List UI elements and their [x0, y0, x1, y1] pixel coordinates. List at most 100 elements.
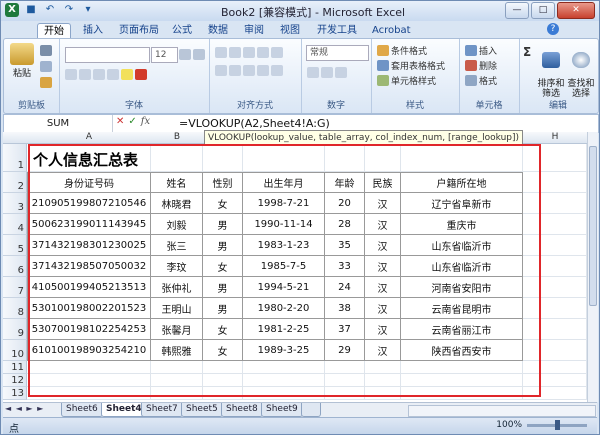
close-button[interactable]: ✕: [557, 2, 595, 19]
grid-cell[interactable]: [203, 374, 243, 387]
zoom-control[interactable]: 100%: [496, 419, 587, 430]
font-grow-shrink[interactable]: [179, 49, 205, 60]
table-cell[interactable]: 男: [203, 235, 243, 256]
row-header[interactable]: 12: [3, 374, 27, 387]
grid-cell[interactable]: [243, 144, 325, 172]
grid-cell[interactable]: [27, 361, 151, 374]
insert-cells-button[interactable]: 插入: [465, 44, 497, 57]
table-cell[interactable]: 1990-11-14: [243, 214, 325, 235]
grid-cell[interactable]: [365, 374, 401, 387]
table-cell[interactable]: 韩熙雅: [151, 340, 203, 361]
table-cell[interactable]: 1994-5-21: [243, 277, 325, 298]
grid-cell[interactable]: [325, 387, 365, 400]
select-all-corner[interactable]: [3, 132, 28, 144]
table-header-cell[interactable]: 民族: [365, 172, 401, 193]
table-cell[interactable]: 男: [203, 277, 243, 298]
grid-cell[interactable]: [243, 387, 325, 400]
row-header[interactable]: 1: [3, 144, 27, 172]
grid-cell[interactable]: [203, 387, 243, 400]
table-cell[interactable]: 410500199405213513: [27, 277, 151, 298]
table-cell[interactable]: 1981-2-25: [243, 319, 325, 340]
font-style-buttons[interactable]: [65, 69, 147, 80]
grid-cell[interactable]: [27, 387, 151, 400]
paste-button[interactable]: 粘贴: [8, 43, 36, 79]
vertical-scrollbar[interactable]: [587, 132, 598, 402]
cut-button[interactable]: [40, 45, 52, 56]
table-cell[interactable]: 河南省安阳市: [401, 277, 523, 298]
table-cell[interactable]: 1998-7-21: [243, 193, 325, 214]
tab-data[interactable]: 数据: [202, 23, 234, 38]
table-cell[interactable]: 汉: [365, 319, 401, 340]
minimize-button[interactable]: —: [505, 2, 529, 19]
table-header-cell[interactable]: 性别: [203, 172, 243, 193]
table-cell[interactable]: 33: [325, 256, 365, 277]
grid-cell[interactable]: [401, 361, 523, 374]
tab-formulas[interactable]: 公式: [166, 23, 198, 38]
format-cells-button[interactable]: 格式: [465, 74, 497, 87]
table-cell[interactable]: 王明山: [151, 298, 203, 319]
grid-cell[interactable]: [523, 298, 587, 319]
row-header[interactable]: 11: [3, 361, 27, 374]
grid-cell[interactable]: [203, 361, 243, 374]
grid-cell[interactable]: [27, 374, 151, 387]
enter-icon[interactable]: ✓: [128, 116, 136, 127]
alignment-row-bottom[interactable]: [215, 65, 283, 76]
table-cell[interactable]: 女: [203, 256, 243, 277]
save-icon[interactable]: ■: [24, 3, 38, 17]
align-right-icon[interactable]: [243, 65, 255, 76]
row-header[interactable]: 3: [3, 193, 27, 214]
grid-cell[interactable]: [523, 172, 587, 193]
zoom-knob[interactable]: [555, 419, 560, 430]
comma-icon[interactable]: [335, 67, 347, 78]
percent-icon[interactable]: [321, 67, 333, 78]
row-header[interactable]: 8: [3, 298, 27, 319]
table-cell[interactable]: 530700198102254253: [27, 319, 151, 340]
table-cell[interactable]: 云南省昆明市: [401, 298, 523, 319]
alignment-row-top[interactable]: [215, 47, 283, 58]
autosum-button[interactable]: Σ: [523, 45, 531, 59]
table-header-cell[interactable]: 年龄: [325, 172, 365, 193]
fill-color-icon[interactable]: [121, 69, 133, 80]
table-cell[interactable]: 山东省临沂市: [401, 235, 523, 256]
table-header-cell[interactable]: 姓名: [151, 172, 203, 193]
font-name-select[interactable]: [65, 47, 150, 63]
find-select-button[interactable]: 查找和 选择: [567, 42, 595, 99]
font-size-select[interactable]: 12: [151, 47, 178, 63]
grid-cell[interactable]: [325, 374, 365, 387]
grid-cell[interactable]: [151, 144, 203, 172]
align-left-icon[interactable]: [215, 65, 227, 76]
table-cell[interactable]: 男: [203, 214, 243, 235]
tab-home[interactable]: 开始: [37, 23, 71, 39]
table-cell[interactable]: 张仲礼: [151, 277, 203, 298]
sheet-tab-sheet4[interactable]: Sheet4: [101, 403, 147, 417]
sheet-tab-sheet5[interactable]: Sheet5: [181, 403, 223, 417]
indent-icon[interactable]: [257, 65, 269, 76]
grid-cell[interactable]: [523, 277, 587, 298]
align-center-icon[interactable]: [229, 65, 241, 76]
grid-cell[interactable]: [325, 361, 365, 374]
table-cell[interactable]: 29: [325, 340, 365, 361]
tab-insert[interactable]: 插入: [77, 23, 109, 38]
table-cell[interactable]: 24: [325, 277, 365, 298]
table-cell[interactable]: 张三: [151, 235, 203, 256]
delete-cells-button[interactable]: 删除: [465, 59, 497, 72]
row-header[interactable]: 10: [3, 340, 27, 361]
table-cell[interactable]: 陕西省西安市: [401, 340, 523, 361]
table-cell[interactable]: 女: [203, 193, 243, 214]
table-cell[interactable]: 汉: [365, 214, 401, 235]
tab-page-layout[interactable]: 页面布局: [113, 23, 165, 38]
bold-icon[interactable]: [65, 69, 77, 80]
new-sheet-tab[interactable]: [301, 403, 321, 417]
table-cell[interactable]: 林晓君: [151, 193, 203, 214]
tab-view[interactable]: 视图: [274, 23, 306, 38]
table-cell[interactable]: 汉: [365, 256, 401, 277]
table-cell[interactable]: 500623199011143945: [27, 214, 151, 235]
grid-cell[interactable]: [523, 235, 587, 256]
table-cell[interactable]: 汉: [365, 277, 401, 298]
sheet-tab-sheet9[interactable]: Sheet9: [261, 403, 303, 417]
qat-more-icon[interactable]: ▾: [81, 3, 95, 17]
cell-styles-button[interactable]: 单元格样式: [377, 74, 436, 87]
cancel-icon[interactable]: ✕: [116, 116, 124, 127]
tab-review[interactable]: 审阅: [238, 23, 270, 38]
grid-cell[interactable]: [365, 387, 401, 400]
